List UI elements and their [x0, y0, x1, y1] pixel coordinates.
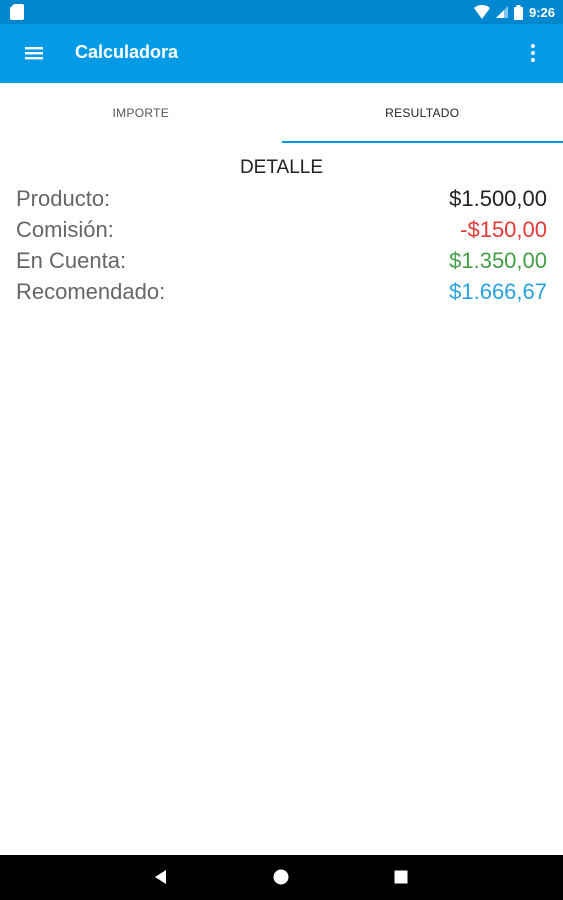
- hamburger-icon[interactable]: [22, 41, 46, 65]
- system-nav-bar: [0, 855, 563, 900]
- detail-value: $1.666,67: [449, 279, 547, 304]
- detail-label: En Cuenta:: [16, 248, 127, 273]
- tab-resultado[interactable]: RESULTADO: [281, 83, 563, 143]
- cell-signal-icon: [495, 6, 508, 18]
- section-title: DETALLE: [239, 157, 324, 178]
- app-bar: Calculadora: [0, 24, 563, 83]
- detail-row-producto: Producto: $1.500,00: [16, 183, 547, 214]
- status-bar: 9:26: [0, 0, 563, 24]
- app-title: Calculadora: [75, 42, 179, 62]
- detail-label: Comisión:: [16, 217, 114, 242]
- detail-row-comision: Comisión: -$150,00: [16, 214, 547, 245]
- nav-back-icon[interactable]: [152, 868, 170, 886]
- nav-home-icon[interactable]: [272, 868, 290, 886]
- detail-row-en-cuenta: En Cuenta: $1.350,00: [16, 245, 547, 276]
- wifi-icon: [473, 5, 490, 19]
- more-vert-icon[interactable]: [521, 41, 545, 65]
- detail-label: Recomendado:: [16, 279, 166, 304]
- detail-label: Producto:: [16, 186, 111, 211]
- detail-value: -$150,00: [460, 217, 547, 242]
- detail-list: Producto: $1.500,00 Comisión: -$150,00 E…: [16, 183, 547, 307]
- status-time: 9:26: [528, 4, 555, 20]
- sd-card-icon: [10, 4, 24, 20]
- battery-icon: [513, 4, 523, 20]
- result-panel: DETALLE Producto: $1.500,00 Comisión: -$…: [0, 143, 563, 304]
- detail-value: $1.350,00: [449, 248, 547, 273]
- nav-recents-icon[interactable]: [392, 868, 410, 886]
- status-icons: 9:26: [473, 0, 555, 24]
- detail-row-recomendado: Recomendado: $1.666,67: [16, 276, 547, 307]
- tab-importe[interactable]: IMPORTE: [0, 83, 282, 143]
- tab-bar: IMPORTE RESULTADO: [0, 83, 563, 143]
- detail-value: $1.500,00: [449, 186, 547, 211]
